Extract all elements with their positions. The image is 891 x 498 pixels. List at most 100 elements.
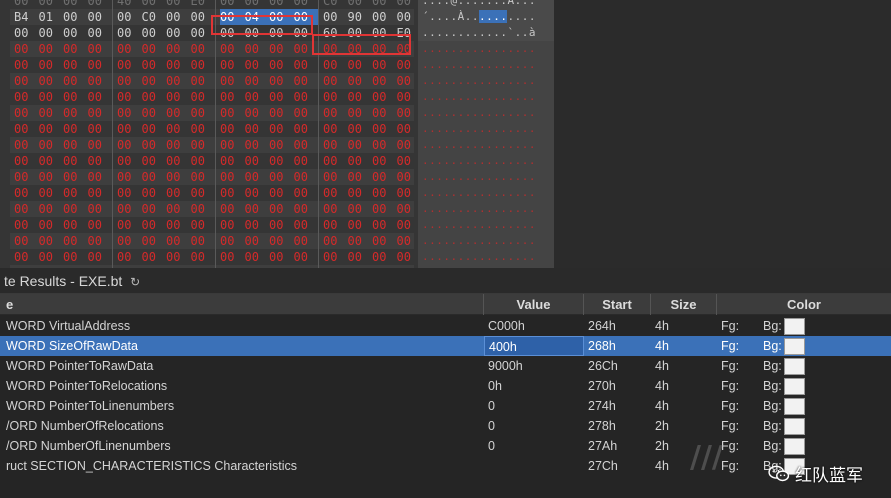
hex-byte[interactable]: 00 <box>166 249 191 265</box>
hex-byte[interactable]: 00 <box>63 105 88 121</box>
hex-byte[interactable]: 00 <box>245 185 270 201</box>
hex-byte[interactable]: 00 <box>191 201 216 217</box>
hex-row[interactable]: 00000000000000000000000000000000 <box>10 233 414 249</box>
hex-byte[interactable]: 00 <box>191 89 216 105</box>
hex-byte[interactable]: 00 <box>142 89 167 105</box>
hex-byte[interactable]: 00 <box>269 105 294 121</box>
hex-byte[interactable]: 00 <box>269 233 294 249</box>
hex-byte[interactable]: 00 <box>88 249 113 265</box>
hex-byte[interactable]: 00 <box>117 169 142 185</box>
hex-row[interactable]: 00000000000000000000000000000000 <box>10 137 414 153</box>
hex-byte[interactable]: 00 <box>88 217 113 233</box>
hex-byte[interactable]: 00 <box>39 249 64 265</box>
hex-byte[interactable]: 00 <box>88 153 113 169</box>
hex-byte[interactable]: 00 <box>372 153 397 169</box>
hex-byte[interactable]: 00 <box>294 217 319 233</box>
hex-byte[interactable]: 00 <box>245 169 270 185</box>
hex-row[interactable]: 00000000000000000000000000000000 <box>10 153 414 169</box>
hex-byte[interactable]: 00 <box>348 137 373 153</box>
hex-byte[interactable]: 00 <box>14 217 39 233</box>
hex-byte[interactable]: 00 <box>269 41 294 57</box>
hex-byte[interactable]: 00 <box>372 73 397 89</box>
hex-byte[interactable]: 00 <box>220 137 245 153</box>
hex-byte[interactable]: 00 <box>245 249 270 265</box>
reload-icon[interactable]: ↻ <box>130 275 140 289</box>
result-row[interactable]: /ORD NumberOfRelocations 0 278h 2h Fg: Bg: <box>0 416 891 436</box>
hex-byte[interactable]: 00 <box>269 0 294 9</box>
hex-row[interactable]: 00000000000000000000000000000000 <box>10 105 414 121</box>
hex-byte[interactable]: 00 <box>269 153 294 169</box>
hex-byte[interactable]: 00 <box>323 89 348 105</box>
hex-byte[interactable]: 00 <box>348 89 373 105</box>
hex-byte[interactable]: 00 <box>166 137 191 153</box>
bg-color-swatch[interactable] <box>784 337 805 355</box>
hex-byte[interactable]: 00 <box>348 249 373 265</box>
hex-byte[interactable]: 00 <box>323 105 348 121</box>
hex-byte[interactable]: 00 <box>348 185 373 201</box>
hex-byte[interactable]: 00 <box>269 89 294 105</box>
hex-byte[interactable]: 00 <box>88 201 113 217</box>
hex-byte[interactable]: 00 <box>142 153 167 169</box>
hex-byte[interactable]: 00 <box>88 0 113 9</box>
hex-byte[interactable]: 00 <box>88 233 113 249</box>
hex-byte[interactable]: 00 <box>117 185 142 201</box>
hex-editor-pane[interactable]: 00 00 00 00 40 00 00 E0 00 00 00 00 C0 00 00 00 B4 01 00 00… <box>0 0 891 268</box>
hex-byte[interactable]: 00 <box>372 89 397 105</box>
hex-row[interactable]: 00000000000000000000000000000000 <box>10 185 414 201</box>
result-value[interactable]: 0h <box>484 376 584 396</box>
hex-byte[interactable]: 00 <box>191 169 216 185</box>
col-header-value[interactable]: Value <box>484 294 584 315</box>
hex-byte[interactable]: 00 <box>117 57 142 73</box>
hex-byte[interactable]: 00 <box>166 105 191 121</box>
result-value[interactable]: 0 <box>484 436 584 456</box>
hex-text-row[interactable]: ................ <box>418 121 554 137</box>
hex-byte[interactable]: 00 <box>142 185 167 201</box>
hex-byte[interactable]: 00 <box>142 169 167 185</box>
hex-row[interactable]: 00000000000000000000000000000000 <box>10 73 414 89</box>
hex-byte[interactable]: 00 <box>117 9 142 25</box>
hex-byte[interactable]: 00 <box>142 217 167 233</box>
hex-row[interactable]: 00000000000000000000000000000000 <box>10 217 414 233</box>
hex-byte[interactable]: 00 <box>39 73 64 89</box>
hex-text-row[interactable]: ................ <box>418 57 554 73</box>
hex-byte[interactable]: 00 <box>245 105 270 121</box>
col-header-size[interactable]: Size <box>651 294 717 315</box>
result-value[interactable]: 0 <box>484 416 584 436</box>
hex-byte[interactable]: 90 <box>348 9 373 25</box>
hex-byte[interactable]: 00 <box>323 201 348 217</box>
hex-byte[interactable]: 00 <box>348 57 373 73</box>
hex-byte[interactable]: 00 <box>142 105 167 121</box>
hex-byte[interactable]: 00 <box>63 121 88 137</box>
hex-byte[interactable]: 00 <box>323 73 348 89</box>
hex-byte[interactable]: 40 <box>117 0 142 9</box>
hex-byte[interactable]: 00 <box>39 185 64 201</box>
hex-byte[interactable]: 00 <box>348 217 373 233</box>
hex-byte[interactable]: 00 <box>63 137 88 153</box>
hex-byte[interactable]: 00 <box>323 137 348 153</box>
bg-color-swatch[interactable] <box>784 377 805 395</box>
hex-row[interactable]: 00000000000000000000000000000000 <box>10 121 414 137</box>
result-value[interactable]: 9000h <box>484 356 584 376</box>
hex-byte[interactable]: 00 <box>88 25 113 41</box>
hex-byte[interactable]: 00 <box>323 217 348 233</box>
hex-byte[interactable]: 00 <box>348 153 373 169</box>
hex-byte[interactable]: 00 <box>348 0 373 9</box>
bg-color-swatch[interactable] <box>784 317 805 335</box>
hex-byte[interactable]: 00 <box>372 217 397 233</box>
hex-byte[interactable]: 00 <box>269 201 294 217</box>
hex-byte[interactable]: 00 <box>220 73 245 89</box>
hex-byte[interactable]: E0 <box>191 0 216 9</box>
hex-byte[interactable]: 00 <box>166 9 191 25</box>
hex-byte[interactable]: 00 <box>220 105 245 121</box>
hex-byte[interactable]: 00 <box>88 121 113 137</box>
hex-byte[interactable]: 00 <box>14 169 39 185</box>
result-value[interactable]: 400h <box>484 336 584 356</box>
hex-byte[interactable]: 00 <box>245 137 270 153</box>
bg-color-swatch[interactable] <box>784 437 805 455</box>
col-header-color[interactable]: Color <box>717 294 891 315</box>
hex-text-row[interactable]: ................ <box>418 73 554 89</box>
hex-byte[interactable]: 00 <box>39 153 64 169</box>
hex-byte[interactable]: 00 <box>88 185 113 201</box>
hex-row[interactable]: 00000000000000000000000000000000 <box>10 89 414 105</box>
hex-byte[interactable]: C0 <box>323 0 348 9</box>
